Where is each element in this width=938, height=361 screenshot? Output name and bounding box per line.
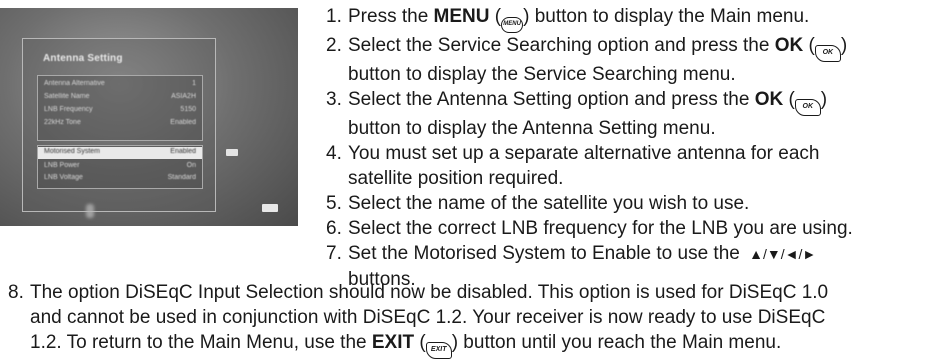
exit-button-icon: EXIT — [425, 342, 452, 359]
step-3: 3. Select the Antenna Setting option and … — [326, 89, 828, 139]
instruction-step-8: 8. The option DiSEqC Input Selection shou… — [8, 280, 936, 359]
tv-settings-panel-2: Motorised System Enabled LNB Power On LNB … — [37, 145, 203, 189]
step-5: 5. Select the name of the satellite you w… — [326, 193, 750, 214]
ok-button-icon: OK — [794, 99, 821, 116]
ok-button-icon: OK — [814, 45, 841, 62]
decorative-blob — [86, 204, 94, 218]
tv-row: 22kHz Tone Enabled — [44, 119, 196, 126]
remote-button-icon — [262, 204, 278, 212]
tv-row: Antenna Alternative 1 — [44, 80, 196, 87]
step-2: 2. Select the Service Searching option an… — [326, 35, 848, 85]
step-4: 4. You must set up a separate alternative… — [326, 143, 820, 189]
arrow-buttons-icon: ▲/▼/◄/► — [749, 246, 817, 262]
left-arrow-icon — [226, 149, 238, 156]
step-6: 6. Select the correct LNB frequency for t… — [326, 218, 853, 239]
instruction-steps: 1. Press the MENU (MENU) button to displa… — [326, 4, 936, 292]
tv-row: LNB Frequency 5150 — [44, 106, 196, 113]
tv-highlight-row: Motorised System Enabled — [38, 147, 202, 159]
step-8: 8. The option DiSEqC Input Selection shou… — [8, 280, 936, 359]
antenna-setting-frame: Antenna Setting Antenna Alternative 1 Sat… — [22, 38, 216, 212]
tv-row: Satellite Name ASIA2H — [44, 93, 196, 100]
menu-button-icon: MENU — [501, 17, 524, 33]
tv-menu-title: Antenna Setting — [43, 53, 123, 64]
tv-row: LNB Power On — [44, 162, 196, 169]
tv-settings-panel: Antenna Alternative 1 Satellite Name ASIA2… — [37, 75, 203, 141]
tv-row: LNB Voltage Standard — [44, 174, 196, 181]
step-1: 1. Press the MENU (MENU) button to displa… — [326, 4, 936, 33]
tv-screenshot: Antenna Setting Antenna Alternative 1 Sat… — [0, 8, 298, 226]
